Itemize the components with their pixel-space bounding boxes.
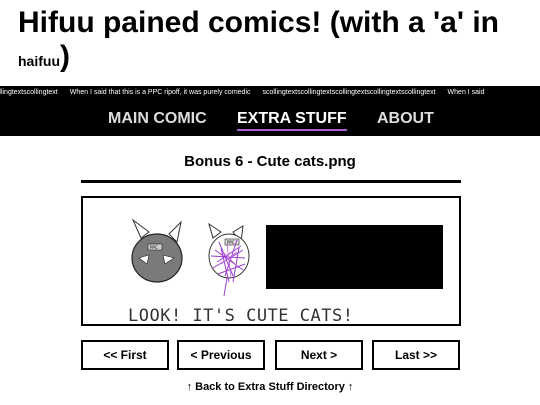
previous-button[interactable]: < Previous [177, 340, 265, 370]
comic-caption: LOOK! IT'S CUTE CATS! [128, 306, 354, 326]
purple-cat-tag: PPC [227, 240, 235, 245]
nav-main-comic[interactable]: MAIN COMIC [108, 110, 207, 128]
site-title: Hifuu pained comics! (with a 'a' in haif… [18, 6, 533, 76]
scrolling-ticker: collingtextscollingtext When I said that… [0, 89, 495, 96]
main-nav: MAIN COMIC EXTRA STUFF ABOUT [0, 110, 540, 132]
first-button[interactable]: << First [81, 340, 169, 370]
site-title-main: Hifuu pained comics! (with a 'a' in [18, 6, 499, 39]
back-to-directory-link[interactable]: ↑ Back to Extra Stuff Directory ↑ [0, 381, 540, 393]
last-button[interactable]: Last >> [372, 340, 460, 370]
ticker-item: When I said [447, 89, 485, 96]
black-censor-block [266, 225, 443, 289]
gray-cat-tag: PPC [150, 245, 158, 250]
ticker-item: scollingtextscollingtextscollingtextscol… [262, 89, 436, 96]
pager: << First < Previous Next > Last >> [0, 340, 540, 370]
nav-about[interactable]: ABOUT [377, 110, 434, 128]
site-title-paren: ) [60, 40, 70, 73]
nav-bar: collingtextscollingtext When I said that… [0, 86, 540, 136]
ticker-item: When I said that this is a PPC ripoff, i… [69, 89, 251, 96]
comic-image: PPC PPC LOOK! IT'S CUTE CATS! [81, 196, 461, 326]
nav-extra-stuff[interactable]: EXTRA STUFF [237, 110, 347, 131]
title-divider [81, 180, 461, 183]
next-button[interactable]: Next > [275, 340, 363, 370]
comic-title: Bonus 6 - Cute cats.png [184, 153, 356, 170]
ticker-item: collingtextscollingtext [0, 89, 58, 96]
site-title-sub: haifuu [18, 53, 60, 69]
gray-cat-drawing: PPC [131, 218, 183, 283]
purple-cat-drawing: PPC [208, 222, 250, 297]
